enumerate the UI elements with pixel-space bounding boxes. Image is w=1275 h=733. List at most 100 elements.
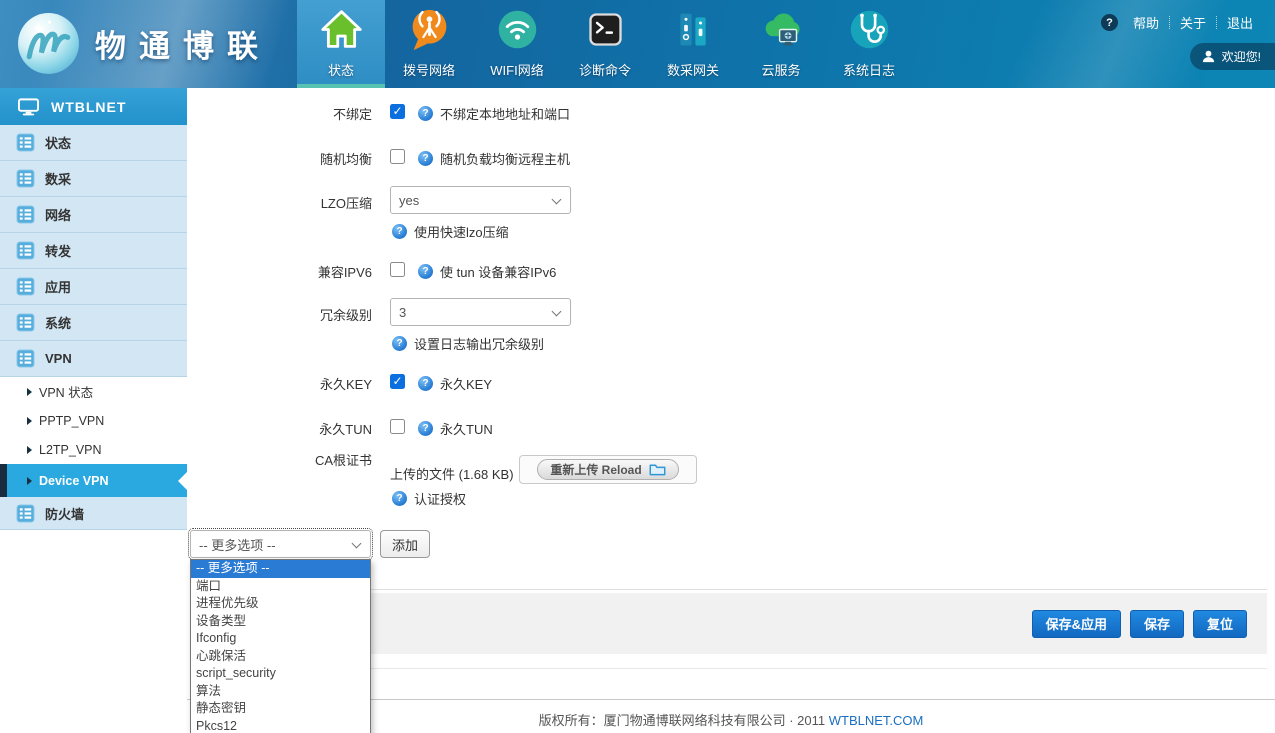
tab-diagnostics[interactable]: 诊断命令 [561,0,649,88]
brand-name: 物通博联 [95,21,271,66]
nobind-checkbox[interactable] [390,104,405,119]
cloud-icon [759,7,804,52]
app-header: 物通博联 状态 拨号网络 [0,0,1275,88]
dropdown-option[interactable]: Ifconfig [191,630,370,648]
reload-upload-button[interactable]: 重新上传 Reload [537,459,678,480]
home-icon [319,7,364,52]
submenu-item-pptp-vpn[interactable]: PPTP_VPN [0,406,187,435]
save-button[interactable]: 保存 [1130,610,1184,638]
help-text: 设置日志输出冗余级别 [414,334,544,353]
help-icon[interactable] [418,264,433,279]
uploaded-file-text: 上传的文件 (1.68 KB) [390,464,514,483]
logout-link[interactable]: 退出 [1217,13,1263,32]
lzo-select[interactable]: yes [390,186,571,214]
dropdown-option[interactable]: script_security [191,665,370,683]
submenu-item-device-vpn[interactable]: Device VPN [0,464,187,497]
about-link[interactable]: 关于 [1170,13,1216,32]
tab-label: 状态 [328,60,354,79]
list-icon [16,277,35,296]
help-text: 永久TUN [440,419,493,438]
terminal-icon [583,7,628,52]
help-icon[interactable] [418,106,433,121]
caret-right-icon [27,388,32,396]
help-line: 随机负载均衡远程主机 [418,149,570,168]
sidebar-item-forward[interactable]: 转发 [0,233,187,269]
dropdown-option[interactable]: 进程优先级 [191,595,370,613]
help-icon[interactable] [418,151,433,166]
random-balance-checkbox[interactable] [390,149,405,164]
dropdown-option[interactable]: 算法 [191,683,370,701]
help-text: 使 tun 设备兼容IPv6 [440,262,556,281]
tab-wifi-network[interactable]: WIFI网络 [473,0,561,88]
sidebar-item-vpn[interactable]: VPN [0,341,187,377]
brand-logo: 物通博联 [16,11,271,76]
sidebar-item-data-collect[interactable]: 数采 [0,161,187,197]
ipv6-checkbox[interactable] [390,262,405,277]
bubble-logo-icon [16,11,81,76]
persist-tun-checkbox[interactable] [390,419,405,434]
tab-label: WIFI网络 [490,60,543,79]
more-options-select[interactable]: -- 更多选项 -- [190,530,371,558]
help-line: 永久KEY [418,374,492,393]
add-button[interactable]: 添加 [380,530,430,558]
help-icon[interactable] [392,491,407,506]
tab-system-log[interactable]: 系统日志 [825,0,913,88]
help-icon[interactable] [418,376,433,391]
submenu-item-vpn-status[interactable]: VPN 状态 [0,377,187,406]
select-value: 3 [399,305,406,320]
help-icon[interactable] [392,224,407,239]
help-line: 使用快速lzo压缩 [392,222,509,241]
submenu-item-label: L2TP_VPN [39,443,102,457]
sidebar-item-application[interactable]: 应用 [0,269,187,305]
help-text: 认证授权 [414,489,466,508]
sidebar-item-network[interactable]: 网络 [0,197,187,233]
sidebar-title: WTBLNET [51,99,126,115]
reset-button[interactable]: 复位 [1193,610,1247,638]
field-label: 永久TUN [200,419,372,438]
tab-dial-network[interactable]: 拨号网络 [385,0,473,88]
vpn-submenu: VPN 状态 PPTP_VPN L2TP_VPN Device VPN [0,377,187,497]
dropdown-option[interactable]: Pkcs12 [191,718,370,733]
help-line: 不绑定本地地址和端口 [418,104,570,123]
help-line: 使 tun 设备兼容IPv6 [418,262,556,281]
field-label: 随机均衡 [200,149,372,168]
tab-status[interactable]: 状态 [297,0,385,88]
user-icon [1201,49,1216,64]
sidebar: WTBLNET 状态 数采 网络 转发 应用 系统 VPN [0,88,187,733]
help-line: 永久TUN [418,419,493,438]
sidebar-item-status[interactable]: 状态 [0,125,187,161]
save-apply-button[interactable]: 保存&应用 [1032,610,1121,638]
submenu-item-l2tp-vpn[interactable]: L2TP_VPN [0,435,187,464]
help-line: 认证授权 [392,489,466,508]
persist-key-checkbox[interactable] [390,374,405,389]
folder-icon [649,463,666,476]
more-options-dropdown: -- 更多选项 -- 端口 进程优先级 设备类型 Ifconfig 心跳保活 s… [190,559,371,733]
help-icon[interactable] [392,336,407,351]
tab-cloud-service[interactable]: 云服务 [737,0,825,88]
field-label: 永久KEY [200,374,372,393]
gateway-devices-icon [671,7,716,52]
header-links: ? 帮助 关于 退出 [1101,13,1263,32]
tab-label: 系统日志 [843,60,895,79]
page: 物通博联 状态 拨号网络 [0,0,1275,733]
sidebar-item-system[interactable]: 系统 [0,305,187,341]
sidebar-header: WTBLNET [0,88,187,125]
dropdown-option[interactable]: 端口 [191,578,370,596]
dropdown-option[interactable]: 心跳保活 [191,648,370,666]
sidebar-item-label: VPN [45,351,72,366]
list-icon [16,313,35,332]
help-text: 随机负载均衡远程主机 [440,149,570,168]
footer-link[interactable]: WTBLNET.COM [829,713,924,728]
help-icon[interactable] [418,421,433,436]
top-nav: 状态 拨号网络 [297,0,913,88]
sidebar-item-firewall[interactable]: 防火墙 [0,497,187,530]
dropdown-option[interactable]: 静态密钥 [191,700,370,718]
chevron-down-icon [352,539,362,549]
help-link[interactable]: 帮助 [1123,13,1169,32]
welcome-text: 欢迎您! [1222,48,1261,65]
verbosity-select[interactable]: 3 [390,298,571,326]
dropdown-option[interactable]: 设备类型 [191,613,370,631]
dropdown-option[interactable]: -- 更多选项 -- [191,560,370,578]
tab-data-gateway[interactable]: 数采网关 [649,0,737,88]
tab-label: 云服务 [761,60,800,79]
